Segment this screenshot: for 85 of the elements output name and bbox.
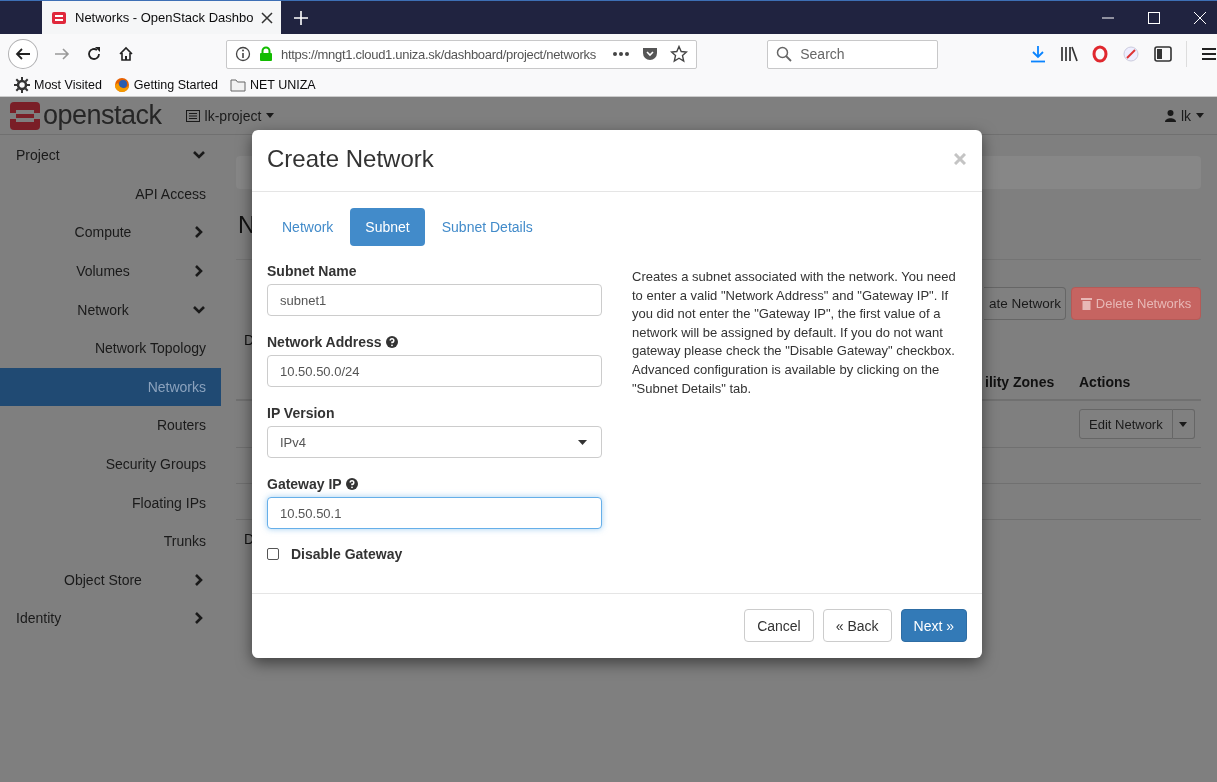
- library-icon[interactable]: [1060, 46, 1078, 62]
- trash-icon: [1080, 297, 1092, 310]
- sidebar-item[interactable]: API Access: [0, 174, 221, 214]
- bookmark[interactable]: Most Visited: [14, 77, 102, 93]
- caret-icon: [1196, 113, 1204, 118]
- sidebar-item[interactable]: Volumes: [0, 251, 221, 291]
- input-field[interactable]: 10.50.50.0/24: [267, 355, 602, 387]
- modal-title: Create Network: [267, 144, 434, 173]
- home-icon[interactable]: [117, 46, 134, 62]
- chevron-right-icon: [195, 573, 203, 586]
- field-label: Gateway IP: [267, 476, 342, 492]
- tab[interactable]: Subnet Details: [426, 208, 548, 246]
- list-icon: [185, 109, 200, 122]
- field-label: Network Address: [267, 334, 382, 350]
- maximize-icon[interactable]: [1148, 11, 1160, 24]
- info-icon: [234, 46, 251, 62]
- dialog-button[interactable]: « Back: [822, 609, 892, 642]
- tab[interactable]: Subnet: [350, 208, 425, 246]
- input-field[interactable]: 10.50.50.1: [267, 497, 602, 529]
- dialog-button[interactable]: Cancel: [744, 609, 814, 642]
- chevron-right-icon: [195, 226, 203, 239]
- back-arrow-icon: [14, 46, 31, 62]
- sidebar-item[interactable]: Routers: [0, 406, 221, 445]
- reload-icon[interactable]: [85, 46, 102, 62]
- help-text: Creates a subnet associated with the network. You need to enter a valid "Network Address" and "Gateway IP". If you did not enter the "Gateway IP", the first value of a network will be assigned by default. If you do not want gateway please check the "Disable Gateway" checkbox. Advanced configuration is available by clicking on the "Subnet Details" tab.: [632, 268, 957, 398]
- caret-icon: [1179, 421, 1188, 427]
- star-icon[interactable]: [670, 45, 689, 63]
- close-icon[interactable]: [261, 11, 274, 24]
- sidebar-icon[interactable]: [1154, 46, 1172, 62]
- checkbox[interactable]: [267, 548, 279, 560]
- plus-icon[interactable]: [293, 9, 310, 26]
- back-button[interactable]: [8, 39, 38, 69]
- opera-icon[interactable]: [1092, 45, 1108, 63]
- tab[interactable]: Network: [267, 208, 349, 246]
- chevron-down-icon: [193, 151, 205, 160]
- create-button[interactable]: ate Network: [984, 287, 1066, 320]
- gear-icon: [14, 77, 30, 93]
- sidebar-item[interactable]: Network: [0, 290, 221, 329]
- sidebar-item[interactable]: Security Groups: [0, 444, 221, 484]
- bookmark[interactable]: NET UNIZA: [229, 77, 316, 93]
- user-icon: [1164, 109, 1176, 122]
- chevron-down-icon: [193, 305, 205, 314]
- openstack-logo-icon: [10, 101, 40, 130]
- folder-icon: [229, 77, 246, 93]
- browser-tab[interactable]: Networks - OpenStack Dashbo: [42, 1, 282, 34]
- tab-title: Networks - OpenStack Dashbo: [75, 10, 254, 25]
- pocket-icon[interactable]: [642, 46, 659, 62]
- download-icon[interactable]: [1030, 45, 1046, 63]
- field-label: Subnet Name: [267, 263, 357, 279]
- menu-icon[interactable]: [1201, 47, 1217, 61]
- lock-icon: [258, 46, 273, 62]
- dropdown-button[interactable]: [1172, 409, 1195, 439]
- column-header: Actions: [1078, 373, 1132, 390]
- caret-icon: [578, 439, 587, 445]
- caret-icon: [266, 113, 275, 118]
- bookmark[interactable]: Getting Started: [113, 77, 218, 93]
- delete-button[interactable]: Delete Networks: [1071, 287, 1201, 320]
- checkbox-label: Disable Gateway: [291, 546, 403, 562]
- column-header: ility Zones: [984, 373, 1056, 390]
- sidebar-item[interactable]: Identity: [0, 599, 221, 638]
- openstack-logo-icon: [51, 9, 67, 26]
- sidebar-item[interactable]: Floating IPs: [0, 483, 221, 522]
- search-icon: [776, 46, 793, 62]
- edit-network-button[interactable]: Edit Network: [1079, 409, 1173, 439]
- chevron-right-icon: [195, 265, 203, 278]
- sidebar-item[interactable]: Project: [0, 136, 221, 175]
- project-selector[interactable]: lk-project: [185, 107, 275, 124]
- pen-icon[interactable]: [1122, 45, 1140, 63]
- sidebar-item[interactable]: Network Topology: [0, 328, 221, 368]
- input-field[interactable]: subnet1: [267, 284, 602, 316]
- user-menu[interactable]: lk: [1164, 107, 1204, 124]
- more-icon[interactable]: [612, 51, 631, 57]
- url-field[interactable]: https://mngt1.cloud1.uniza.sk/dashboard/project/networks: [225, 39, 698, 69]
- chevron-right-icon: [195, 612, 203, 625]
- field-label: IP Version: [267, 405, 335, 421]
- sidebar-item[interactable]: Trunks: [0, 521, 221, 561]
- dialog-button[interactable]: Next »: [900, 609, 967, 642]
- logo-text: openstack: [43, 100, 162, 131]
- browser-logo-icon: [113, 77, 130, 93]
- sidebar-item[interactable]: Object Store: [0, 560, 221, 600]
- dropdown[interactable]: IPv4: [267, 426, 602, 458]
- sidebar-item[interactable]: Networks: [0, 367, 221, 407]
- search-field[interactable]: Search: [767, 39, 938, 69]
- forward-arrow-icon[interactable]: [53, 46, 70, 62]
- sidebar-item[interactable]: Compute: [0, 213, 221, 252]
